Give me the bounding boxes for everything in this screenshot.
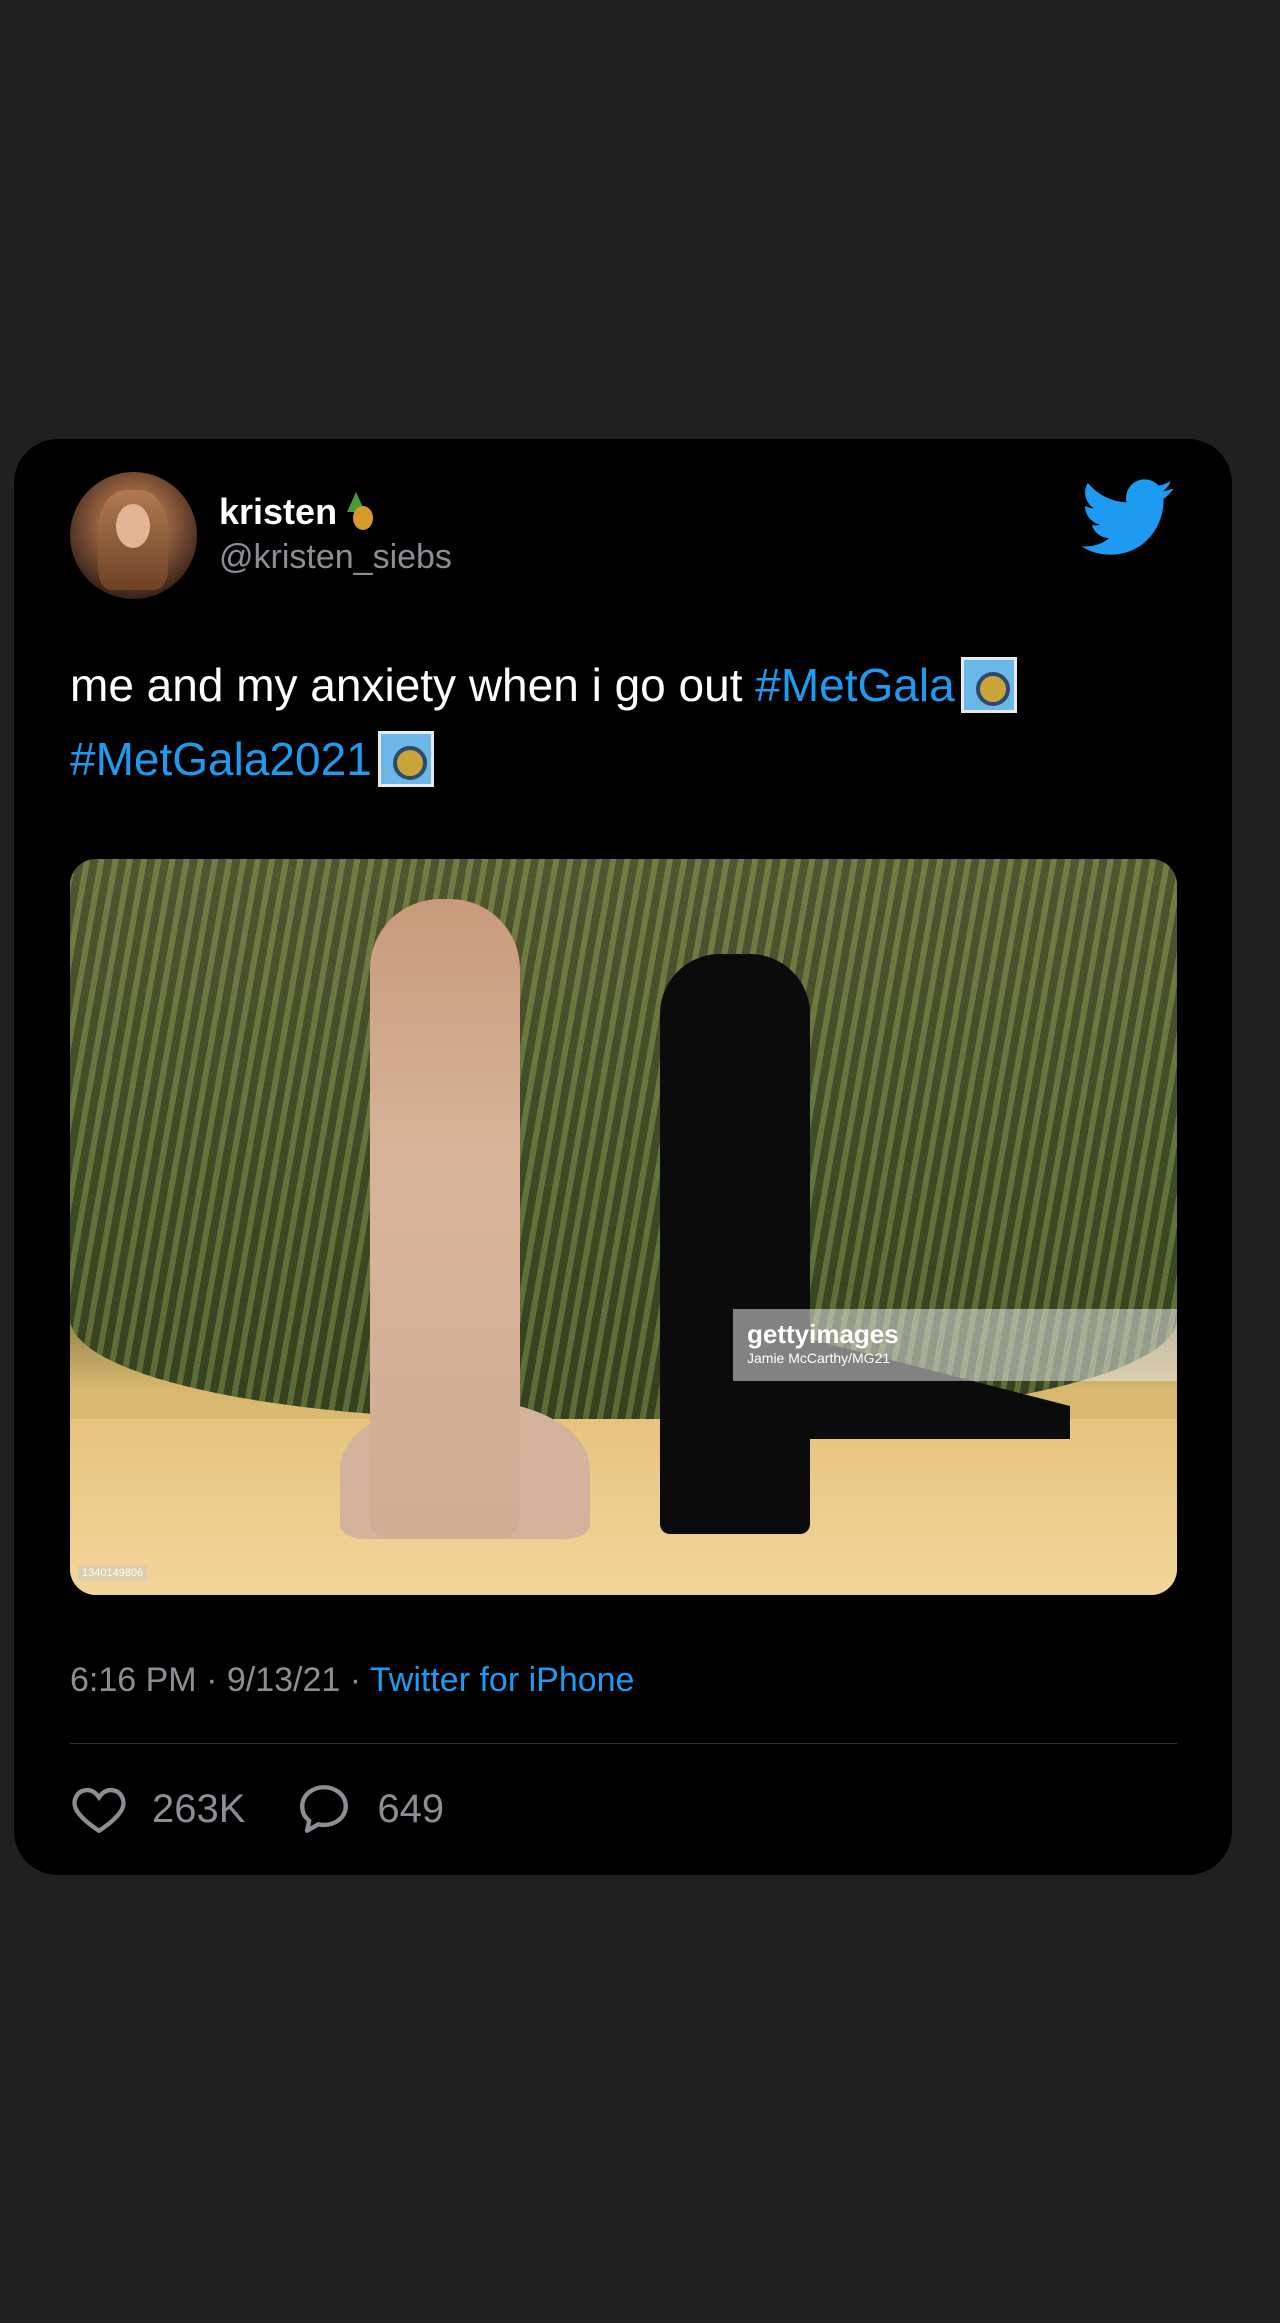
divider [70, 1743, 1177, 1744]
user-handle[interactable]: @kristen_siebs [219, 538, 452, 577]
camera-emoji-icon [377, 730, 434, 787]
avatar-face [116, 504, 150, 548]
image-floor [70, 1419, 1177, 1595]
display-name-text: kristen [219, 491, 338, 532]
avatar[interactable] [70, 472, 197, 599]
reply-icon[interactable] [295, 1780, 353, 1838]
getty-watermark: gettyimages Jamie McCarthy/MG21 [733, 1309, 1177, 1381]
getty-brand: gettyimages [747, 1319, 899, 1349]
image-id: 1340149806 [78, 1565, 148, 1581]
reply-count: 649 [377, 1786, 445, 1831]
twitter-bird-icon [1081, 479, 1174, 555]
tweet-time[interactable]: 6:16 PM [70, 1661, 197, 1699]
tweet-text-plain: me and my anxiety when i go out [70, 659, 756, 711]
image-figure-black-outfit [660, 954, 810, 1534]
tweet-source[interactable]: Twitter for iPhone [370, 1661, 635, 1699]
heart-icon[interactable] [70, 1780, 128, 1838]
tweet-meta: 6:16 PM · 9/13/21 · Twitter for iPhone [70, 1661, 634, 1700]
tweet-text: me and my anxiety when i go out #MetGala… [70, 648, 1190, 796]
tweet-image[interactable]: gettyimages Jamie McCarthy/MG21 13401498… [70, 859, 1177, 1595]
tweet-stats: 263K 649 [70, 1779, 494, 1839]
image-figure-sheer-gown [370, 899, 520, 1539]
display-name[interactable]: kristen [219, 491, 377, 533]
meta-separator: · [196, 1661, 227, 1699]
hashtag-metgala[interactable]: #MetGala [755, 659, 954, 711]
tweet-card[interactable]: kristen @kristen_siebs me and my anxiety… [14, 439, 1232, 1875]
camera-emoji-icon [960, 656, 1017, 713]
like-count: 263K [152, 1786, 246, 1831]
getty-credit: Jamie McCarthy/MG21 [747, 1350, 891, 1366]
meta-separator: · [340, 1661, 370, 1699]
hashtag-metgala2021[interactable]: #MetGala2021 [70, 733, 372, 785]
screen: kristen @kristen_siebs me and my anxiety… [0, 0, 1280, 2323]
tweet-date[interactable]: 9/13/21 [227, 1661, 340, 1699]
pineapple-icon [343, 492, 377, 532]
